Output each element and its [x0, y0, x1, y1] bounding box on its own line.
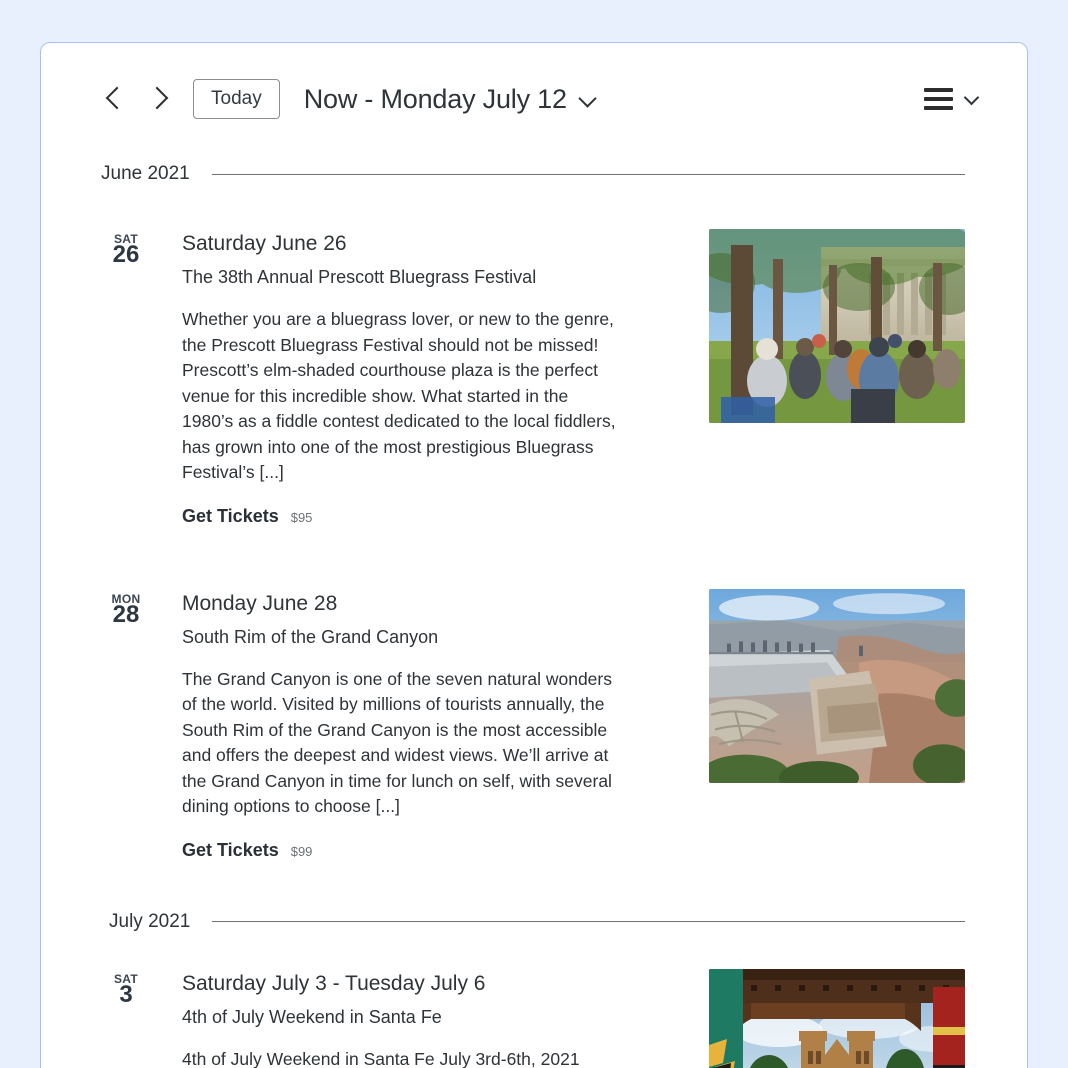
month-rule: [211, 173, 965, 175]
hamburger-icon: [924, 88, 953, 110]
event-thumbnail-grand-canyon[interactable]: [709, 588, 965, 783]
event-description: 4th of July Weekend in Santa Fe July 3rd…: [182, 1048, 580, 1068]
next-chevron-icon[interactable]: [145, 82, 171, 116]
grand-canyon-image: [709, 588, 965, 783]
toolbar: Today Now - Monday July 12: [41, 43, 1027, 155]
chevron-down-icon: [580, 92, 595, 107]
menu-chevron-down-icon: [965, 92, 979, 106]
event-row[interactable]: SAT 26 Saturday June 26 The 38th Annual …: [41, 229, 1027, 527]
event-day-number: 28: [112, 600, 140, 628]
event-date-badge: SAT 26: [41, 229, 146, 527]
month-label: June 2021: [101, 163, 190, 184]
month-rule: [212, 921, 965, 922]
nav-arrows: [103, 82, 171, 116]
ticket-price: $95: [290, 509, 313, 525]
event-date-badge: SAT 3: [41, 969, 146, 1068]
event-description: Whether you are a bluegrass lover, or ne…: [182, 309, 616, 482]
previous-chevron-icon[interactable]: [103, 82, 129, 116]
event-day-number: 3: [119, 980, 133, 1008]
get-tickets-link[interactable]: Get Tickets: [182, 506, 279, 527]
event-description: The Grand Canyon is one of the seven nat…: [182, 668, 612, 817]
event-body: Monday June 28 South Rim of the Grand Ca…: [146, 589, 616, 861]
event-title[interactable]: The 38th Annual Prescott Bluegrass Festi…: [182, 263, 616, 291]
bluegrass-festival-image: [709, 229, 965, 423]
event-title[interactable]: South Rim of the Grand Canyon: [182, 623, 616, 651]
event-body: Saturday July 3 - Tuesday July 6 4th of …: [146, 969, 616, 1068]
event-tickets: Get Tickets $99: [182, 840, 616, 861]
event-body: Saturday June 26 The 38th Annual Prescot…: [146, 229, 616, 527]
event-when: Saturday June 26: [182, 232, 347, 255]
event-row[interactable]: SAT 3 Saturday July 3 - Tuesday July 6 4…: [41, 968, 1027, 1068]
event-day-number: 26: [112, 241, 140, 268]
event-thumbnail-bluegrass[interactable]: [709, 229, 965, 423]
ticket-price: $99: [290, 843, 313, 859]
calendar-card: Today Now - Monday July 12 June 2021 SAT…: [40, 42, 1028, 1068]
view-menu-button[interactable]: [924, 88, 979, 110]
date-range-label: Now - Monday July 12: [303, 83, 567, 114]
event-tickets: Get Tickets $95: [182, 506, 616, 527]
event-date-badge: MON 28: [41, 589, 146, 861]
month-label: July 2021: [109, 910, 191, 932]
santa-fe-cathedral-image: [709, 968, 965, 1068]
today-button[interactable]: Today: [193, 79, 280, 119]
event-when: Saturday July 3 - Tuesday July 6: [182, 971, 486, 995]
event-thumbnail-santa-fe[interactable]: [709, 968, 965, 1068]
date-range-selector[interactable]: Now - Monday July 12: [304, 84, 595, 115]
event-title[interactable]: 4th of July Weekend in Santa Fe: [182, 1003, 616, 1031]
month-divider-june: June 2021: [41, 163, 1027, 185]
event-when: Monday June 28: [182, 591, 338, 615]
page-background: Today Now - Monday July 12 June 2021 SAT…: [0, 0, 1068, 1068]
event-row[interactable]: MON 28 Monday June 28 South Rim of the G…: [41, 588, 1027, 861]
get-tickets-link[interactable]: Get Tickets: [182, 840, 279, 861]
month-divider-july: July 2021: [41, 911, 1027, 933]
